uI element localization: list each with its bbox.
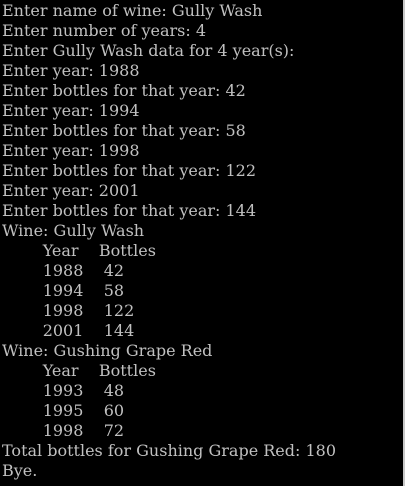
console-line: Wine: Gushing Grape Red — [2, 341, 213, 360]
table-row: 1993 48 — [2, 381, 125, 400]
console-line: Enter number of years: 4 — [2, 21, 207, 40]
console-line: Wine: Gully Wash — [2, 221, 145, 240]
console-line: Enter year: 1994 — [2, 101, 140, 120]
console-line: Enter bottles for that year: 122 — [2, 161, 257, 180]
console-line: Enter bottles for that year: 58 — [2, 121, 246, 140]
table-row: 1994 58 — [2, 281, 125, 300]
console-line: Enter name of wine: Gully Wash — [2, 1, 263, 20]
console-line: Enter year: 1998 — [2, 141, 140, 160]
total-line: Total bottles for Gushing Grape Red: 180 — [2, 441, 337, 460]
table-row: 1998 72 — [2, 421, 125, 440]
console-line: Enter year: 2001 — [2, 181, 140, 200]
table-header-row: Year Bottles — [2, 241, 156, 260]
console-line: Enter year: 1988 — [2, 61, 140, 80]
console-line: Enter Gully Wash data for 4 year(s): — [2, 41, 295, 60]
console-line: Enter bottles for that year: 42 — [2, 81, 246, 100]
table-row: 1995 60 — [2, 401, 125, 420]
console-line: Bye. — [2, 461, 38, 480]
table-header-row: Year Bottles — [2, 361, 156, 380]
console-window[interactable]: Enter name of wine: Gully Wash Enter num… — [0, 0, 405, 486]
console-line: Enter bottles for that year: 144 — [2, 201, 257, 220]
table-row: 1998 122 — [2, 301, 135, 320]
table-row: 2001 144 — [2, 321, 135, 340]
table-row: 1988 42 — [2, 261, 125, 280]
